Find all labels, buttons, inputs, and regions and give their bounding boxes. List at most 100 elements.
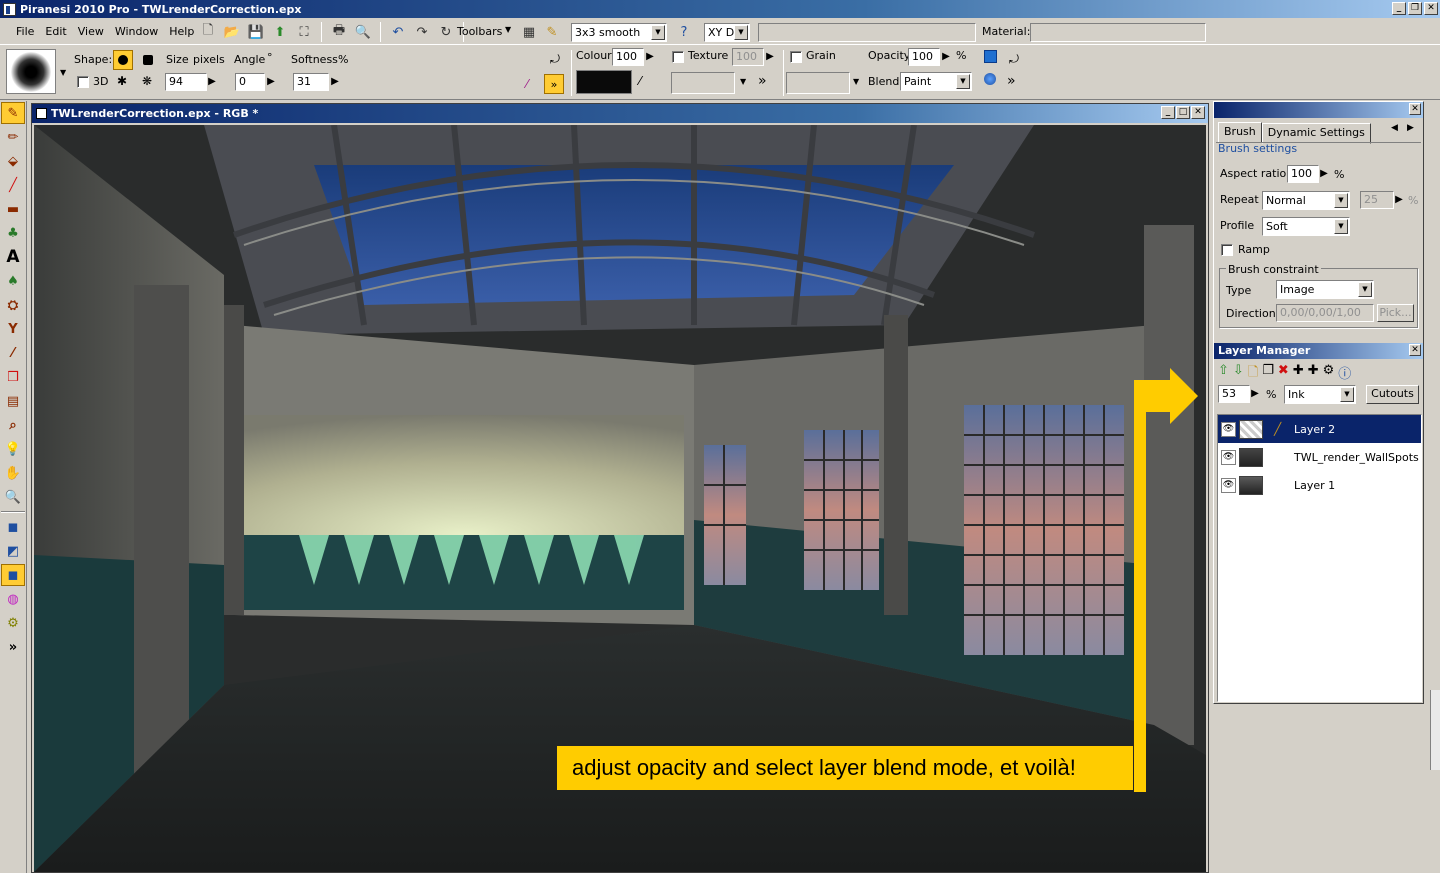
pick-button[interactable]: Pick... bbox=[1377, 304, 1414, 322]
direction-input[interactable]: 0,00/0,00/1,00 bbox=[1276, 304, 1374, 322]
merge-layer-icon[interactable]: ✚ bbox=[1293, 363, 1304, 385]
layer-row-layer-2[interactable]: 👁 ╱ Layer 2 bbox=[1218, 415, 1421, 443]
colour-wheel-icon[interactable]: ◍ bbox=[1, 588, 25, 610]
settings-tool-icon[interactable]: ⚙ bbox=[1, 612, 25, 634]
tab-scroll-left-icon[interactable]: ◀ bbox=[1391, 123, 1398, 133]
more-tools-icon[interactable]: » bbox=[1, 636, 25, 658]
toolbars-dropdown-icon[interactable]: ▼ bbox=[505, 25, 511, 34]
light-tool-icon[interactable]: 💡 bbox=[1, 438, 25, 460]
new-layer-icon[interactable]: 🗋 bbox=[1248, 363, 1258, 385]
brush-preview[interactable] bbox=[6, 49, 56, 94]
visibility-eye-icon[interactable]: 👁 bbox=[1221, 477, 1236, 493]
chevron-down-icon[interactable]: ▼ bbox=[956, 74, 970, 89]
eraser-tool-icon[interactable]: ▬ bbox=[1, 198, 25, 220]
line-tool-icon[interactable]: ╱ bbox=[1, 174, 25, 196]
crop-icon[interactable]: ⛶ bbox=[294, 22, 314, 42]
repeat-select[interactable]: Normal ▼ bbox=[1262, 191, 1350, 210]
texture-slider-arrow[interactable]: ▶ bbox=[765, 48, 775, 66]
toolbars-menu[interactable]: Toolbars bbox=[457, 25, 502, 38]
merge-down-icon[interactable]: ✚ bbox=[1308, 363, 1319, 385]
repeat-input[interactable]: 25 bbox=[1360, 191, 1394, 209]
save-icon[interactable]: 💾 bbox=[246, 22, 266, 42]
grain-checkbox[interactable] bbox=[790, 51, 802, 63]
chevron-down-icon[interactable]: ▼ bbox=[651, 25, 665, 40]
delete-layer-icon[interactable]: ✖ bbox=[1278, 363, 1289, 385]
restore-button[interactable]: ❐ bbox=[1408, 2, 1422, 15]
cube-tool-icon[interactable]: ◼ bbox=[1, 516, 25, 538]
mask-swap-icon[interactable]: ⤾ bbox=[1009, 52, 1019, 67]
menu-view[interactable]: View bbox=[78, 25, 104, 38]
texture-dropdown-icon[interactable]: ▼ bbox=[740, 77, 746, 86]
plane-tool-icon[interactable]: ◩ bbox=[1, 540, 25, 562]
aspect-ratio-input[interactable]: 100 bbox=[1287, 165, 1319, 183]
angle-input[interactable]: 0 bbox=[235, 73, 265, 91]
3d-checkbox[interactable] bbox=[77, 76, 89, 88]
layer-blend-select[interactable]: Ink ▼ bbox=[1284, 385, 1356, 404]
cutouts-button[interactable]: Cutouts bbox=[1366, 385, 1419, 404]
tab-scroll-right-icon[interactable]: ▶ bbox=[1407, 123, 1414, 133]
softness-input[interactable]: 31 bbox=[293, 73, 329, 91]
visibility-eye-icon[interactable]: 👁 bbox=[1221, 449, 1236, 465]
layer-info-icon[interactable]: ⓘ bbox=[1338, 363, 1351, 385]
layer-manager-close-icon[interactable]: ✕ bbox=[1409, 344, 1421, 356]
move-layer-up-icon[interactable]: ⇧ bbox=[1218, 363, 1229, 385]
opacity-slider-arrow[interactable]: ▶ bbox=[941, 48, 951, 66]
brush-tool-icon[interactable]: ✎ bbox=[1, 102, 25, 124]
brush-panel-close-icon[interactable]: ✕ bbox=[1409, 103, 1421, 115]
opacity-input[interactable]: 100 bbox=[908, 48, 940, 66]
help-icon[interactable]: ? bbox=[674, 22, 694, 42]
brick-tool-icon[interactable]: ▤ bbox=[1, 390, 25, 412]
chevron-down-icon[interactable]: ▼ bbox=[1334, 219, 1348, 234]
ramp-checkbox[interactable] bbox=[1221, 244, 1233, 256]
softness-slider-arrow[interactable]: ▶ bbox=[330, 73, 340, 91]
chevron-down-icon[interactable]: ▼ bbox=[1334, 193, 1348, 208]
square-shape-button[interactable] bbox=[138, 50, 158, 70]
close-button[interactable]: ✕ bbox=[1424, 2, 1438, 15]
repeat-slider-arrow[interactable]: ▶ bbox=[1394, 191, 1404, 209]
camera-tool-icon[interactable]: ⌕ bbox=[1, 414, 25, 436]
mask-circle-icon[interactable] bbox=[984, 73, 996, 85]
brush-settings-link[interactable]: Brush settings bbox=[1218, 142, 1297, 155]
doc-close-button[interactable]: ✕ bbox=[1191, 106, 1205, 119]
texture-more-icon[interactable]: » bbox=[758, 73, 767, 89]
size-slider-arrow[interactable]: ▶ bbox=[207, 73, 217, 91]
chevron-down-icon[interactable]: ▼ bbox=[1358, 282, 1372, 297]
box-tool-icon[interactable]: ❒ bbox=[1, 366, 25, 388]
duplicate-layer-icon[interactable]: ❐ bbox=[1262, 363, 1274, 385]
texture-input[interactable]: 100 bbox=[732, 48, 764, 66]
splat-icon[interactable]: ✱ bbox=[117, 74, 127, 88]
colour-input[interactable]: 100 bbox=[612, 48, 644, 66]
stamp-tool-icon[interactable]: ⛭ bbox=[1, 294, 25, 316]
layer-opacity-slider-arrow[interactable]: ▶ bbox=[1250, 385, 1260, 403]
colour-slider-arrow[interactable]: ▶ bbox=[645, 48, 655, 66]
undo-icon[interactable]: ↶ bbox=[388, 22, 408, 42]
export-icon[interactable]: ⬆ bbox=[270, 22, 290, 42]
menu-help[interactable]: Help bbox=[169, 25, 194, 38]
grid-view-icon[interactable]: ▦ bbox=[519, 22, 539, 42]
spray-icon[interactable]: ❋ bbox=[142, 74, 152, 88]
redo-icon[interactable]: ↷ bbox=[412, 22, 432, 42]
new-file-icon[interactable]: 🗋 bbox=[198, 22, 218, 42]
aspect-ratio-slider-arrow[interactable]: ▶ bbox=[1319, 165, 1329, 183]
profile-select[interactable]: Soft ▼ bbox=[1262, 217, 1350, 236]
mask-more-icon[interactable]: » bbox=[1007, 73, 1016, 89]
round-shape-button[interactable] bbox=[113, 50, 133, 70]
panel-scrollbar[interactable] bbox=[1430, 690, 1440, 770]
angle-slider-arrow[interactable]: ▶ bbox=[266, 73, 276, 91]
open-folder-icon[interactable]: 📂 bbox=[222, 22, 242, 42]
expand-more-button[interactable]: » bbox=[544, 74, 564, 94]
print-icon[interactable]: 🖶 bbox=[329, 22, 349, 42]
minimize-button[interactable]: _ bbox=[1392, 2, 1406, 15]
brush-dropdown-icon[interactable]: ▼ bbox=[60, 68, 66, 77]
swap-icon[interactable]: ⤾ bbox=[550, 52, 560, 67]
zoom-tool-icon[interactable]: 🔍 bbox=[1, 486, 25, 508]
type-select[interactable]: Image ▼ bbox=[1276, 280, 1374, 299]
doc-maximize-button[interactable]: □ bbox=[1176, 106, 1190, 119]
layer-row-layer-1[interactable]: 👁 Layer 1 bbox=[1218, 471, 1421, 499]
tree-tool-icon[interactable]: ♣ bbox=[1, 222, 25, 244]
fill-tool-icon[interactable]: ⬙ bbox=[1, 150, 25, 172]
tab-brush[interactable]: Brush bbox=[1218, 122, 1262, 143]
hand-tool-icon[interactable]: ✋ bbox=[1, 462, 25, 484]
grain-dropdown-icon[interactable]: ▼ bbox=[853, 77, 859, 86]
ruler-tool-icon[interactable]: ⁄ bbox=[1, 342, 25, 364]
